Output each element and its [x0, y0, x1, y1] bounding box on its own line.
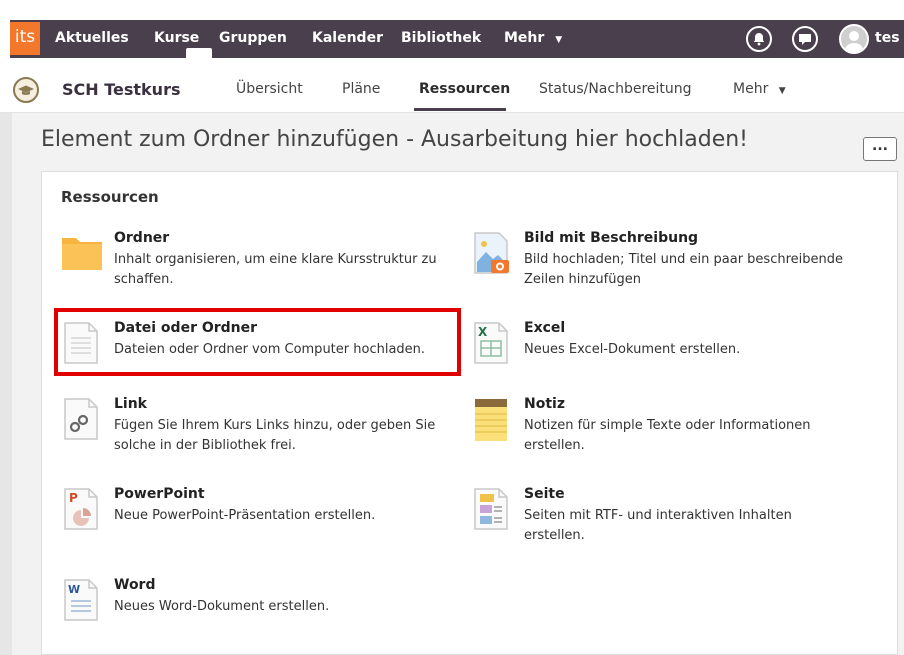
- excel-icon: X: [474, 322, 508, 364]
- resources-panel: Ressourcen Ordner Inhalt organisieren, u…: [41, 171, 898, 655]
- item-description: Notizen für simple Texte oder Informatio…: [524, 416, 811, 456]
- item-description: Neues Excel-Dokument erstellen.: [524, 340, 740, 360]
- svg-text:W: W: [68, 583, 80, 596]
- tab-plaene[interactable]: Pläne: [342, 81, 380, 97]
- item-description-line1: Notizen für simple Texte oder Informatio…: [524, 418, 811, 433]
- item-description: Seiten mit RTF- und interaktiven Inhalte…: [524, 506, 792, 546]
- cap-glyph: [18, 85, 34, 95]
- its-logo[interactable]: its: [10, 22, 40, 55]
- item-description-line1: Seiten mit RTF- und interaktiven Inhalte…: [524, 508, 792, 523]
- powerpoint-icon: P: [64, 488, 98, 530]
- chat-icon: [799, 34, 811, 45]
- nav-kalender[interactable]: Kalender: [312, 20, 383, 58]
- item-title: PowerPoint: [114, 486, 205, 502]
- resource-item-seite[interactable]: Seite Seiten mit RTF- und interaktiven I…: [471, 486, 891, 546]
- item-description-line2: solche in der Bibliothek frei.: [114, 438, 296, 453]
- tab-uebersicht[interactable]: Übersicht: [236, 81, 303, 97]
- resource-item-ordner[interactable]: Ordner Inhalt organisieren, um eine klar…: [61, 230, 461, 290]
- item-description: Fügen Sie Ihrem Kurs Links hinzu, oder g…: [114, 416, 435, 456]
- item-description: Bild hochladen; Titel und ein paar besch…: [524, 250, 843, 290]
- word-icon: W: [64, 579, 98, 621]
- graduation-cap-icon[interactable]: [13, 77, 39, 103]
- highlight-box: [54, 308, 461, 376]
- nav-bibliothek[interactable]: Bibliothek: [401, 20, 481, 58]
- resource-item-bild-mit-beschreibung[interactable]: Bild mit Beschreibung Bild hochladen; Ti…: [471, 230, 891, 290]
- folder-icon: [62, 238, 102, 270]
- chevron-down-icon: ▼: [778, 86, 786, 96]
- item-title: Ordner: [114, 230, 170, 246]
- item-title: Link: [114, 396, 147, 412]
- item-title: Word: [114, 577, 156, 593]
- tab-mehr[interactable]: Mehr ▼: [733, 81, 786, 97]
- course-bar: SCH Testkurs Übersicht Pläne Ressourcen …: [0, 58, 904, 113]
- item-description-line2: schaffen.: [114, 272, 174, 287]
- note-icon: [475, 399, 507, 441]
- nav-mehr-label: Mehr: [504, 30, 545, 46]
- resource-item-notiz[interactable]: Notiz Notizen für simple Texte oder Info…: [471, 396, 891, 456]
- tab-ressourcen[interactable]: Ressourcen: [419, 81, 510, 97]
- active-tab-underline: [414, 108, 506, 111]
- main-content: Element zum Ordner hinzufügen - Ausarbei…: [0, 113, 904, 655]
- top-bar: its Aktuelles Kurse Gruppen Kalender Bib…: [0, 0, 904, 58]
- resource-item-excel[interactable]: X Excel Neues Excel-Dokument erstellen.: [471, 320, 891, 370]
- user-avatar[interactable]: [839, 24, 869, 54]
- top-navigation: its Aktuelles Kurse Gruppen Kalender Bib…: [10, 20, 904, 58]
- avatar-icon: [845, 31, 863, 52]
- item-description: Neue PowerPoint-Präsentation erstellen.: [114, 506, 375, 526]
- user-name[interactable]: tes: [875, 20, 900, 57]
- item-title: Seite: [524, 486, 565, 502]
- item-description: Neues Word-Dokument erstellen.: [114, 597, 329, 617]
- notifications-button[interactable]: [746, 26, 772, 52]
- item-description-line1: Neues Excel-Dokument erstellen.: [524, 342, 741, 357]
- nav-active-indicator: [186, 48, 212, 58]
- item-title: Bild mit Beschreibung: [524, 230, 699, 246]
- resources-heading: Ressourcen: [61, 188, 159, 206]
- item-description-line2: Zeilen hinzufügen: [524, 272, 641, 287]
- item-description: Inhalt organisieren, um eine klare Kurss…: [114, 250, 437, 290]
- link-icon: [64, 398, 98, 440]
- svg-text:X: X: [478, 325, 488, 339]
- left-sidebar-edge: [0, 113, 12, 655]
- item-description-line1: Neues Word-Dokument erstellen.: [114, 599, 330, 614]
- nav-mehr[interactable]: Mehr ▼: [504, 20, 562, 58]
- resource-item-link[interactable]: Link Fügen Sie Ihrem Kurs Links hinzu, o…: [61, 396, 461, 456]
- resource-item-word[interactable]: W Word Neues Word-Dokument erstellen.: [61, 577, 461, 627]
- image-icon: [474, 232, 509, 274]
- item-description-line2: erstellen.: [524, 438, 585, 453]
- item-description-line1: Fügen Sie Ihrem Kurs Links hinzu, oder g…: [114, 418, 436, 433]
- item-description-line1: Neue PowerPoint-Präsentation erstellen.: [114, 508, 376, 523]
- chevron-down-icon: ▼: [555, 35, 563, 45]
- page-title: Element zum Ordner hinzufügen - Ausarbei…: [41, 127, 748, 152]
- tab-mehr-label: Mehr: [733, 81, 769, 97]
- item-description-line1: Bild hochladen; Titel und ein paar besch…: [524, 252, 844, 267]
- bell-icon: [753, 33, 765, 46]
- course-title[interactable]: SCH Testkurs: [62, 80, 180, 99]
- item-title: Excel: [524, 320, 566, 336]
- resource-item-powerpoint[interactable]: P PowerPoint Neue PowerPoint-Präsentatio…: [61, 486, 461, 536]
- page-icon: [474, 488, 508, 530]
- item-description-line2: erstellen.: [524, 528, 585, 543]
- more-options-button[interactable]: ...: [863, 137, 897, 161]
- item-title: Notiz: [524, 396, 565, 412]
- svg-text:P: P: [69, 491, 78, 505]
- item-description-line1: Inhalt organisieren, um eine klare Kurss…: [114, 252, 437, 267]
- nav-aktuelles[interactable]: Aktuelles: [55, 20, 129, 58]
- nav-gruppen[interactable]: Gruppen: [219, 20, 287, 58]
- messages-button[interactable]: [792, 26, 818, 52]
- tab-status-nachbereitung[interactable]: Status/Nachbereitung: [539, 81, 692, 97]
